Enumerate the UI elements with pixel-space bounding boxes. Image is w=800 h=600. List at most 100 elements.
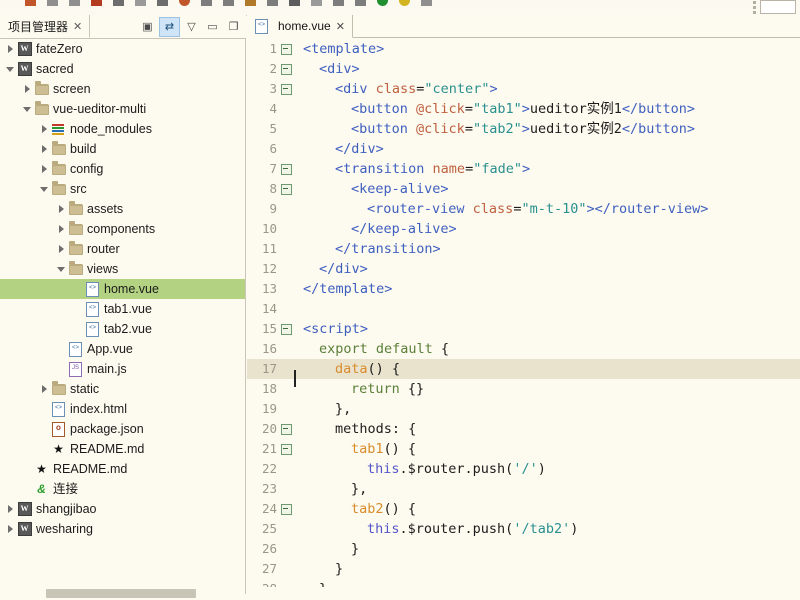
chevron-right-icon[interactable] <box>4 39 16 59</box>
tree-item-app-vue[interactable]: App.vue <box>0 339 245 359</box>
chevron-right-icon[interactable] <box>38 379 50 399</box>
code-line[interactable]: 3 <div class="center"> <box>247 79 800 99</box>
search-icon[interactable] <box>156 0 170 15</box>
close-icon[interactable]: ✕ <box>336 20 345 33</box>
bookmark-icon[interactable] <box>354 0 368 15</box>
tree-item-shangjibao[interactable]: Wshangjibao <box>0 499 245 519</box>
tree-item-build[interactable]: build <box>0 139 245 159</box>
tab-home-vue[interactable]: home.vue ✕ <box>247 15 353 38</box>
minimize-icon[interactable]: ▭ <box>203 18 222 36</box>
run-icon[interactable] <box>178 0 192 15</box>
tree-item-views[interactable]: views <box>0 259 245 279</box>
chevron-right-icon[interactable] <box>38 139 50 159</box>
tree-item-src[interactable]: src <box>0 179 245 199</box>
chevron-right-icon[interactable] <box>4 499 16 519</box>
save-icon[interactable] <box>90 0 104 15</box>
code-line[interactable]: 11 </transition> <box>247 239 800 259</box>
tree-item-readme-md[interactable]: ★ README.md <box>0 439 245 459</box>
tree-item-assets[interactable]: assets <box>0 199 245 219</box>
tree-item-home-vue[interactable]: home.vue <box>0 279 245 299</box>
new-file-icon[interactable] <box>46 0 60 15</box>
chevron-right-icon[interactable] <box>38 159 50 179</box>
import-icon[interactable] <box>222 0 236 15</box>
fold-collapse-icon[interactable] <box>281 503 292 515</box>
tree-item-main-js[interactable]: main.js <box>0 359 245 379</box>
code-line[interactable]: 12 </div> <box>247 259 800 279</box>
toolbar-overflow-handle[interactable] <box>753 1 756 14</box>
code-line[interactable]: 7 <transition name="fade"> <box>247 159 800 179</box>
tree-item-tab2-vue[interactable]: tab2.vue <box>0 319 245 339</box>
code-line[interactable]: 14 <box>247 299 800 319</box>
code-area[interactable]: 1 <template> 2 <div> 3 <div class="center"> 4 <… <box>247 39 800 600</box>
link-with-editor-icon[interactable]: ⇄ <box>159 16 180 37</box>
code-line[interactable]: 4 <button @click="tab1">ueditor实例1</butto… <box>247 99 800 119</box>
tree-item-vue-ueditor-multi[interactable]: vue-ueditor-multi <box>0 99 245 119</box>
perspective-switcher[interactable] <box>760 0 796 14</box>
code-line[interactable]: 17 data() { <box>247 359 800 387</box>
validate-icon[interactable] <box>398 0 412 15</box>
fold-collapse-icon[interactable] <box>281 43 292 55</box>
chevron-down-icon[interactable] <box>55 259 67 279</box>
code-line[interactable]: 18 return {} <box>247 379 800 399</box>
code-line[interactable]: 19}, <box>247 399 800 419</box>
left-hscroll-track[interactable] <box>0 587 245 600</box>
code-line[interactable]: 27} <box>247 559 800 579</box>
fold-collapse-icon[interactable] <box>281 83 292 95</box>
project-tree[interactable]: WfateZero Wsacred screen vue-ueditor-multi n… <box>0 39 246 594</box>
chevron-right-icon[interactable] <box>55 199 67 219</box>
db-icon[interactable] <box>266 0 280 15</box>
tree-item-[interactable]: & 连接 <box>0 479 245 499</box>
left-horizontal-scrollbar[interactable] <box>46 589 196 598</box>
link-icon[interactable] <box>288 0 302 15</box>
tree-item-readme-md[interactable]: ★ README.md <box>0 459 245 479</box>
tab-project-explorer[interactable]: 项目管理器 ✕ <box>0 15 91 38</box>
chevron-right-icon[interactable] <box>55 219 67 239</box>
tree-item-fatezero[interactable]: WfateZero <box>0 39 245 59</box>
chevron-down-icon[interactable] <box>21 99 33 119</box>
code-line[interactable]: 16 export default { <box>247 339 800 359</box>
chevron-down-icon[interactable] <box>4 59 16 79</box>
tree-item-index-html[interactable]: index.html <box>0 399 245 419</box>
tree-item-wesharing[interactable]: Wwesharing <box>0 519 245 539</box>
code-line[interactable]: 6 </div> <box>247 139 800 159</box>
code-line[interactable]: 5 <button @click="tab2">ueditor实例2</butto… <box>247 119 800 139</box>
unlink-icon[interactable] <box>310 0 324 15</box>
tree-item-tab1-vue[interactable]: tab1.vue <box>0 299 245 319</box>
tree-item-package-json[interactable]: package.json <box>0 419 245 439</box>
tree-item-sacred[interactable]: Wsacred <box>0 59 245 79</box>
person-icon[interactable] <box>244 0 258 15</box>
fold-collapse-icon[interactable] <box>281 163 292 175</box>
code-line[interactable]: 20 methods: { <box>247 419 800 439</box>
fold-collapse-icon[interactable] <box>281 183 292 195</box>
chevron-down-icon[interactable] <box>38 179 50 199</box>
fold-collapse-icon[interactable] <box>281 423 292 435</box>
collapse-all-icon[interactable]: ▣ <box>138 18 157 36</box>
close-icon[interactable]: ✕ <box>73 20 82 33</box>
maximize-icon[interactable]: ❐ <box>224 18 243 36</box>
forward-icon[interactable] <box>134 0 148 15</box>
tree-item-screen[interactable]: screen <box>0 79 245 99</box>
debug-icon[interactable] <box>376 0 390 15</box>
code-line[interactable]: 8 <keep-alive> <box>247 179 800 199</box>
fold-collapse-icon[interactable] <box>281 63 292 75</box>
new-folder-icon[interactable] <box>68 0 82 15</box>
tree-item-static[interactable]: static <box>0 379 245 399</box>
code-line[interactable]: 1 <template> <box>247 39 800 59</box>
code-line[interactable]: 9 <router-view class="m-t-10"></router-vi… <box>247 199 800 219</box>
undo-icon[interactable] <box>24 0 38 15</box>
comment-icon[interactable] <box>420 0 434 15</box>
fold-collapse-icon[interactable] <box>281 443 292 455</box>
chevron-right-icon[interactable] <box>4 519 16 539</box>
code-line[interactable]: 13 </template> <box>247 279 800 299</box>
chevron-right-icon[interactable] <box>21 79 33 99</box>
code-line[interactable]: 24 tab2() { <box>247 499 800 519</box>
chevron-right-icon[interactable] <box>55 239 67 259</box>
code-line[interactable]: 25 this.$router.push('/tab2') <box>247 519 800 539</box>
tree-item-node-modules[interactable]: node_modules <box>0 119 245 139</box>
code-line[interactable]: 23}, <box>247 479 800 499</box>
editor-hscroll-track[interactable] <box>247 587 800 600</box>
code-line[interactable]: 2 <div> <box>247 59 800 79</box>
code-line[interactable]: 15 <script> <box>247 319 800 339</box>
tree-item-components[interactable]: components <box>0 219 245 239</box>
marker-icon[interactable] <box>332 0 346 15</box>
